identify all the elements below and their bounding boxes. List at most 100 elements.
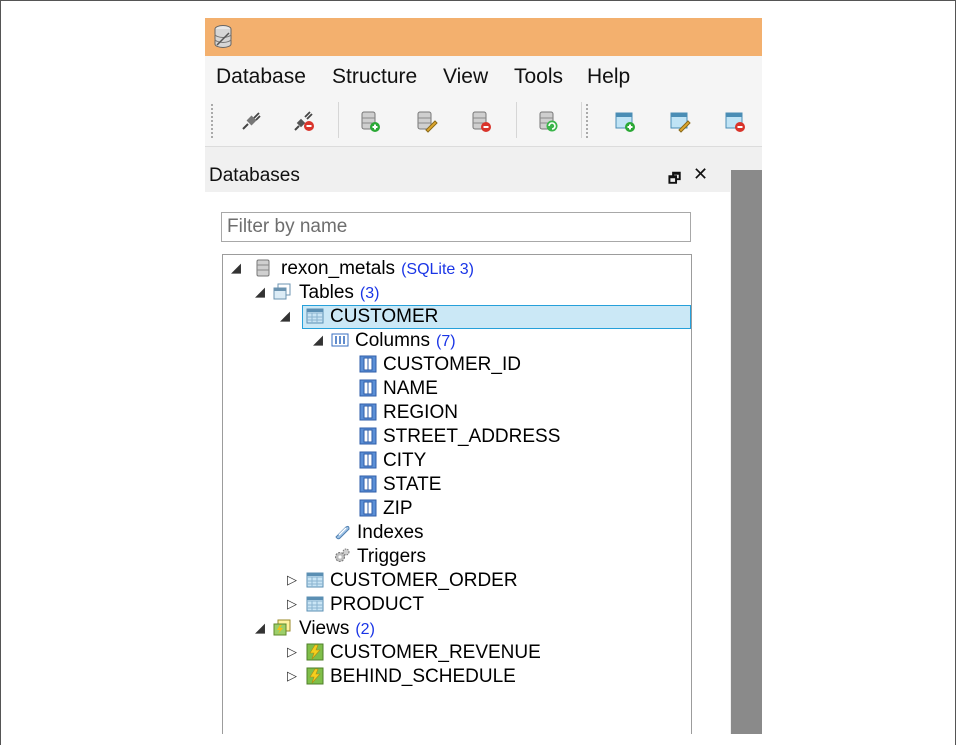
column-name: STREET_ADDRESS [383, 426, 561, 447]
app-database-icon [213, 24, 233, 50]
database-type: (SQLite 3) [401, 261, 474, 278]
edit-table-icon[interactable] [668, 109, 692, 133]
float-panel-button[interactable]: 🗗 [668, 168, 681, 192]
tree-item-column[interactable]: STREET_ADDRESS [359, 425, 659, 449]
column-icon [359, 403, 377, 421]
column-name: STATE [383, 474, 442, 495]
table-name: CUSTOMER_ORDER [330, 570, 518, 591]
databases-panel-title: Databases [209, 165, 300, 186]
tables-icon [273, 283, 291, 301]
tree-item-views[interactable]: ◢ Views (2) [253, 617, 553, 641]
expanded-arrow-icon[interactable]: ◢ [253, 284, 267, 300]
column-name: CUSTOMER_ID [383, 354, 521, 375]
collapsed-arrow-icon[interactable]: ▷ [285, 572, 299, 588]
disconnect-icon[interactable] [292, 109, 316, 133]
refresh-icon[interactable] [536, 109, 560, 133]
edit-database-icon[interactable] [414, 109, 438, 133]
column-name: ZIP [383, 498, 413, 519]
tree-item-column[interactable]: CUSTOMER_ID [359, 353, 659, 377]
tree-item-indexes[interactable]: Indexes [333, 521, 633, 545]
tree-item-database[interactable]: ◢ rexon_metals (SQLite 3) [229, 257, 669, 281]
view-name: BEHIND_SCHEDULE [330, 666, 516, 687]
tree-item-column[interactable]: NAME [359, 377, 659, 401]
collapsed-arrow-icon[interactable]: ▷ [285, 596, 299, 612]
views-icon [273, 619, 291, 637]
index-icon [333, 523, 351, 541]
table-icon [306, 571, 324, 589]
menu-help[interactable]: Help [587, 65, 630, 89]
databases-panel-header: Databases 🗗 ✕ [205, 160, 715, 192]
menu-structure[interactable]: Structure [332, 65, 417, 89]
column-icon [359, 475, 377, 493]
expanded-arrow-icon[interactable]: ◢ [253, 620, 267, 636]
app-window: Database Structure View Tools Help Datab… [205, 18, 762, 734]
collapsed-arrow-icon[interactable]: ▷ [285, 644, 299, 660]
menu-tools[interactable]: Tools [514, 65, 563, 89]
database-name: rexon_metals [281, 258, 396, 279]
expanded-arrow-icon[interactable]: ◢ [311, 332, 325, 348]
column-icon [359, 499, 377, 517]
tree-item-tables[interactable]: ◢ Tables (3) [253, 281, 553, 305]
column-name: REGION [383, 402, 458, 423]
databases-panel: ◢ rexon_metals (SQLite 3) ◢ Tables (3) ◢ [205, 192, 730, 734]
filter-field[interactable] [221, 212, 691, 242]
tree-item-table-product[interactable]: ▷ PRODUCT [285, 593, 585, 617]
table-icon [306, 595, 324, 613]
column-icon [359, 355, 377, 373]
toolbar-separator [516, 102, 517, 138]
view-icon [306, 667, 324, 685]
menu-view[interactable]: View [443, 65, 488, 89]
tree-item-table-customer[interactable]: CUSTOMER [302, 305, 691, 329]
column-icon [359, 451, 377, 469]
toolbar-separator [338, 102, 339, 138]
trigger-gear-icon [333, 547, 351, 565]
database-icon [254, 259, 272, 277]
table-name: PRODUCT [330, 594, 424, 615]
views-count: (2) [355, 621, 375, 638]
remove-table-icon[interactable] [723, 109, 747, 133]
column-icon [359, 379, 377, 397]
menu-database[interactable]: Database [216, 65, 306, 89]
column-name: NAME [383, 378, 438, 399]
indexes-label: Indexes [357, 522, 424, 543]
tree-item-column[interactable]: ZIP [359, 497, 659, 521]
tree-item-columns[interactable]: ◢ Columns (7) [311, 329, 611, 353]
toolbar-grip[interactable] [211, 104, 213, 138]
toolbar-separator [581, 102, 582, 138]
columns-icon [331, 331, 349, 349]
column-icon [359, 427, 377, 445]
tree-item-column[interactable]: CITY [359, 449, 659, 473]
expanded-arrow-row: ◢ [278, 305, 295, 329]
tree-item-triggers[interactable]: Triggers [333, 545, 633, 569]
columns-count: (7) [435, 333, 456, 350]
add-table-icon[interactable] [613, 109, 637, 133]
tree-item-column[interactable]: REGION [359, 401, 659, 425]
collapsed-arrow-icon[interactable]: ▷ [285, 668, 299, 684]
connect-icon[interactable] [239, 109, 263, 133]
filter-input[interactable] [222, 213, 690, 241]
triggers-label: Triggers [357, 546, 426, 567]
columns-label: Columns [355, 330, 430, 351]
views-label: Views [299, 618, 350, 639]
editor-area [731, 170, 762, 734]
expanded-arrow-icon[interactable]: ◢ [278, 308, 292, 324]
add-database-icon[interactable] [358, 109, 382, 133]
view-name: CUSTOMER_REVENUE [330, 642, 541, 663]
toolbar-grip[interactable] [586, 104, 588, 138]
tree-item-table-customer-order[interactable]: ▷ CUSTOMER_ORDER [285, 569, 585, 593]
database-tree[interactable]: ◢ rexon_metals (SQLite 3) ◢ Tables (3) ◢ [222, 254, 692, 734]
remove-database-icon[interactable] [469, 109, 493, 133]
close-panel-button[interactable]: ✕ [693, 164, 708, 185]
tree-item-view[interactable]: ▷ CUSTOMER_REVENUE [285, 641, 585, 665]
toolbar [205, 96, 762, 147]
view-icon [306, 643, 324, 661]
tree-item-view[interactable]: ▷ BEHIND_SCHEDULE [285, 665, 585, 689]
table-icon [306, 307, 324, 325]
title-bar[interactable] [205, 18, 762, 56]
table-name: CUSTOMER [330, 306, 439, 327]
expanded-arrow-icon[interactable]: ◢ [229, 260, 243, 276]
menu-bar: Database Structure View Tools Help [205, 56, 762, 96]
tables-label: Tables [299, 282, 354, 303]
column-name: CITY [383, 450, 427, 471]
tree-item-column[interactable]: STATE [359, 473, 659, 497]
